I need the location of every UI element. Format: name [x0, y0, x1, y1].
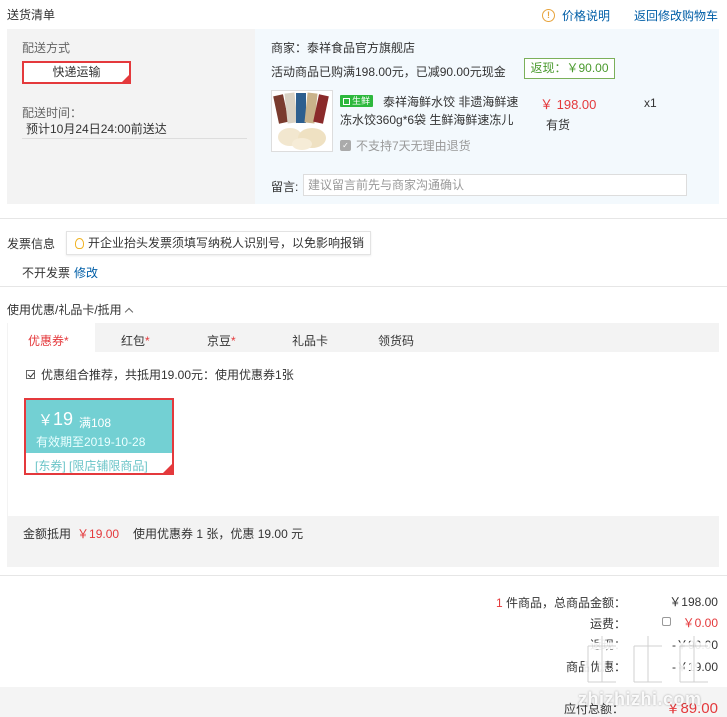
- combo-recommend-checkbox[interactable]: 优惠组合推荐，共抵用19.00元：使用优惠券1张: [26, 366, 294, 383]
- selected-corner-icon: [162, 463, 173, 474]
- invoice-tip-text: 开企业抬头发票须填写纳税人识别号，以免影响报销: [88, 236, 365, 250]
- coupon-summary-amount: ￥19.00: [77, 527, 120, 541]
- coupon-condition: 满108: [79, 416, 112, 430]
- divider: [22, 138, 247, 139]
- tab-star: *: [231, 334, 236, 348]
- coupon-expiry: 有效期至2019-10-28: [36, 435, 146, 449]
- product-price: ￥ 198.00: [540, 97, 597, 112]
- no-return-label: 不支持7天无理由退货: [356, 139, 471, 153]
- tab-label: 优惠券: [28, 334, 65, 348]
- shipping-method-label: 配送方式: [22, 41, 71, 55]
- items-total-label: 1 件商品，总商品金额：: [496, 594, 626, 611]
- price-note-link[interactable]: ! 价格说明: [542, 7, 610, 24]
- tab-coupon[interactable]: 优惠券*: [28, 332, 69, 349]
- divider: [0, 575, 727, 576]
- coupon-card[interactable]: ￥19 满108 有效期至2019-10-28 [东券] [限店铺限商品]: [24, 398, 174, 475]
- tab-pickup-code[interactable]: 领货码: [378, 332, 414, 349]
- items-count: 1: [495, 596, 503, 610]
- chevron-up-icon: [124, 307, 133, 317]
- store-name: 商家：泰祥食品官方旗舰店: [271, 41, 416, 55]
- tab-jd-beans[interactable]: 京豆*: [207, 332, 236, 349]
- fresh-icon: [343, 98, 350, 105]
- invoice-value: 不开发票: [22, 266, 71, 280]
- shipping-method-value: 快递运输: [52, 65, 101, 79]
- info-icon: !: [542, 9, 555, 22]
- back-to-cart-link[interactable]: 返回修改购物车: [634, 7, 718, 24]
- shipping-time-value: 预计10月24日24:00前送达: [26, 122, 167, 136]
- no-return-icon: ✓: [340, 140, 351, 151]
- page-title: 送货清单: [7, 8, 56, 22]
- tab-label: 红包: [121, 334, 146, 348]
- coupon-section-toggle[interactable]: 使用优惠/礼品卡/抵用: [7, 301, 133, 318]
- checkbox-checked-icon: [26, 370, 35, 379]
- coupon-currency: ￥: [38, 412, 54, 429]
- coupon-amount-value: 19: [53, 409, 74, 429]
- invoice-edit-link[interactable]: 修改: [74, 264, 98, 281]
- price-note-label: 价格说明: [562, 9, 611, 23]
- tab-gift-card[interactable]: 礼品卡: [292, 332, 328, 349]
- coupon-summary-text: 使用优惠券 1 张，优惠 19.00 元: [133, 527, 304, 541]
- items-total-text: 件商品，总商品金额：: [502, 596, 626, 610]
- coupon-summary: 金额抵用 ￥19.00 使用优惠券 1 张，优惠 19.00 元: [23, 525, 303, 542]
- message-input[interactable]: [303, 174, 687, 196]
- product-quantity: x1: [644, 96, 657, 110]
- freight-info-icon[interactable]: [662, 617, 671, 626]
- watermark-text: zhizhizhi.com: [578, 689, 702, 709]
- fresh-tag: 生鲜: [340, 95, 374, 107]
- items-total-value: ￥198.00: [669, 595, 718, 609]
- dumpling-package-icon: [272, 91, 332, 151]
- message-label: 留言:: [271, 180, 299, 194]
- shipping-method-button[interactable]: 快递运输: [22, 61, 131, 84]
- invoice-tip: 开企业抬头发票须填写纳税人识别号，以免影响报销: [66, 231, 372, 255]
- tab-label: 领货码: [378, 334, 415, 348]
- rebate-badge: 返现：￥90.00: [524, 58, 615, 79]
- coupon-section-title: 使用优惠/礼品卡/抵用: [7, 303, 122, 317]
- combo-recommend-label: 优惠组合推荐，共抵用19.00元：使用优惠券1张: [41, 368, 294, 382]
- coupon-amount: ￥19: [38, 409, 73, 430]
- tab-star: *: [145, 334, 150, 348]
- coupon-summary-label: 金额抵用: [23, 527, 72, 541]
- divider: [0, 286, 727, 287]
- fresh-tag-label: 生鲜: [352, 96, 371, 106]
- tab-star: *: [64, 334, 69, 348]
- product-image[interactable]: [271, 90, 333, 152]
- invoice-title: 发票信息: [7, 237, 56, 251]
- no-return-notice: ✓ 不支持7天无理由退货: [340, 137, 471, 154]
- lightbulb-icon: [75, 237, 84, 249]
- divider: [0, 218, 727, 219]
- shipping-time-label: 配送时间：: [22, 106, 83, 120]
- promo-text: 活动商品已购满198.00元，已减90.00元现金: [271, 65, 506, 79]
- tab-label: 京豆: [207, 334, 232, 348]
- tab-red-packet[interactable]: 红包*: [121, 332, 150, 349]
- selected-corner-icon: [121, 74, 130, 83]
- stock-status: 有货: [546, 118, 571, 132]
- tab-label: 礼品卡: [292, 334, 329, 348]
- coupon-scope: [东券] [限店铺限商品]: [35, 459, 148, 473]
